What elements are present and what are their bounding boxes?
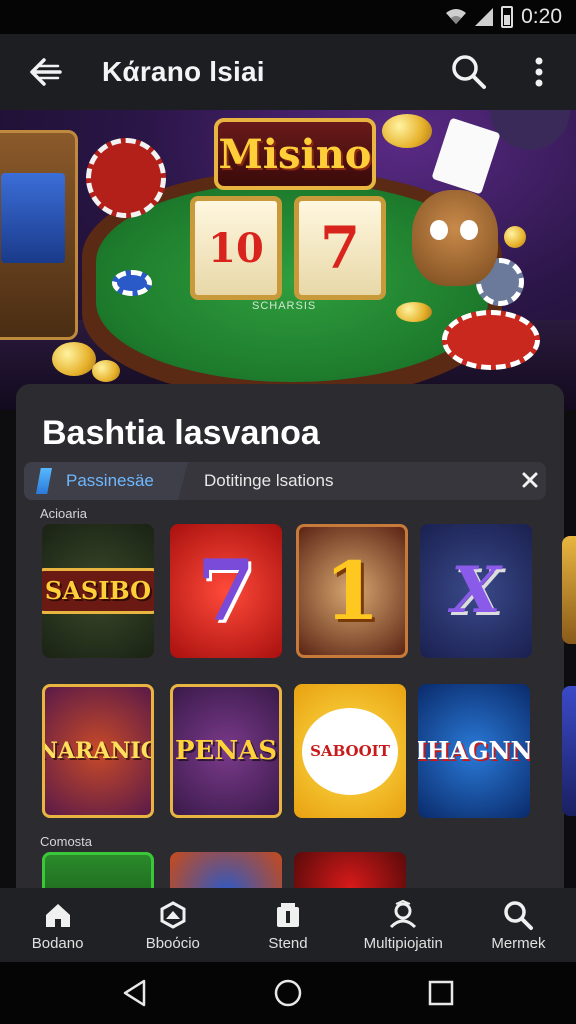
- people-icon: [390, 899, 417, 928]
- home-icon: [45, 903, 70, 927]
- game-title: SASIBO: [42, 568, 154, 614]
- lamp-decoration: [490, 110, 570, 150]
- section-label: Comosta: [40, 834, 93, 849]
- poker-chip-icon: [112, 270, 152, 296]
- mascot-character: [412, 190, 498, 286]
- page-title: Kάrano lsiai: [102, 56, 265, 87]
- nav-label: Bboόcio: [145, 934, 200, 952]
- tab-label[interactable]: Dotitinge lsations: [204, 471, 333, 491]
- game-tile[interactable]: 7: [170, 524, 282, 658]
- game-tile[interactable]: 1: [296, 524, 408, 658]
- game-title: IHAGNN: [418, 736, 530, 765]
- card-title: Bashtia lasvanoa: [42, 414, 320, 452]
- nav-item-search[interactable]: Mermek: [461, 888, 576, 962]
- bottom-nav: Bodano Bboόcio Stend Multipiojatin Merme…: [0, 888, 576, 962]
- nav-label: Bodano: [31, 934, 84, 952]
- game-tile-partial[interactable]: [562, 536, 576, 644]
- game-tile[interactable]: PENAS: [170, 684, 282, 818]
- mascot-eye: [430, 220, 448, 240]
- system-nav-bar: [0, 962, 576, 1024]
- games-card: Bashtia lasvanoa Passinesäe Dotitinge ls…: [16, 384, 564, 914]
- coin-icon: [504, 226, 526, 248]
- coin-icon: [52, 342, 96, 376]
- nav-label: Stend: [268, 934, 308, 952]
- back-arrow-icon[interactable]: [26, 54, 66, 90]
- game-title: SABOOIT: [302, 707, 398, 795]
- nav-item-games[interactable]: Bboόcio: [115, 888, 230, 962]
- wifi-icon: [446, 9, 467, 24]
- game-tile[interactable]: IHAGNN: [418, 684, 530, 818]
- app-bar: Kάrano lsiai: [0, 34, 576, 110]
- more-options-icon[interactable]: [526, 54, 552, 90]
- coin-icon: [396, 302, 432, 322]
- search-icon: [504, 900, 534, 930]
- search-icon[interactable]: [450, 53, 488, 91]
- section-label: Acioaria: [40, 506, 87, 521]
- hero-banner[interactable]: 10 7 SCHARSIS Misino: [0, 110, 576, 410]
- tab-bar: Passinesäe Dotitinge lsations: [24, 462, 546, 500]
- status-bar: 0:20: [0, 0, 576, 34]
- game-title: NARANIC: [42, 738, 154, 764]
- slot-machine-illustration: [0, 130, 78, 340]
- home-circle-icon[interactable]: [273, 978, 303, 1008]
- game-tile[interactable]: NARANIC: [42, 684, 154, 818]
- nav-label: Multipiojatin: [363, 934, 443, 952]
- table-text: SCHARSIS: [252, 300, 317, 312]
- status-time: 0:20: [521, 5, 562, 28]
- coin-icon: [92, 360, 120, 382]
- battery-icon: [501, 6, 514, 28]
- recents-square-icon[interactable]: [426, 978, 456, 1008]
- close-icon[interactable]: [520, 470, 540, 490]
- casino-sign: Misino: [214, 118, 376, 190]
- game-tile-partial[interactable]: [562, 686, 576, 816]
- game-title: X: [451, 553, 501, 628]
- playing-cards-icon: [431, 117, 501, 195]
- game-title: PENAS: [174, 736, 278, 766]
- game-title: 1: [324, 544, 380, 638]
- back-triangle-icon[interactable]: [120, 978, 150, 1008]
- nav-label: Mermek: [491, 934, 546, 952]
- signal-icon: [475, 8, 494, 26]
- nav-item-store[interactable]: Stend: [230, 888, 345, 962]
- store-icon: [277, 902, 299, 927]
- status-icons: 0:20: [445, 5, 562, 29]
- poker-chip-icon: [86, 138, 166, 218]
- hexagon-icon: [160, 900, 186, 929]
- game-tile[interactable]: X: [420, 524, 532, 658]
- nav-item-multiplayer[interactable]: Multipiojatin: [346, 888, 461, 962]
- game-tile[interactable]: SASIBO: [42, 524, 154, 658]
- slot-screen: [1, 173, 65, 263]
- coin-stack-icon: [382, 114, 432, 148]
- tab-label[interactable]: Passinesäe: [66, 471, 154, 491]
- slot-reel: 10: [190, 196, 282, 300]
- sign-text: Misino: [218, 130, 372, 178]
- nav-item-home[interactable]: Bodano: [0, 888, 115, 962]
- poker-chip-icon: [442, 310, 540, 370]
- mascot-eye: [460, 220, 478, 240]
- slot-reel: 7: [294, 196, 386, 300]
- game-tile[interactable]: SABOOIT: [294, 684, 406, 818]
- game-title: 7: [196, 541, 256, 640]
